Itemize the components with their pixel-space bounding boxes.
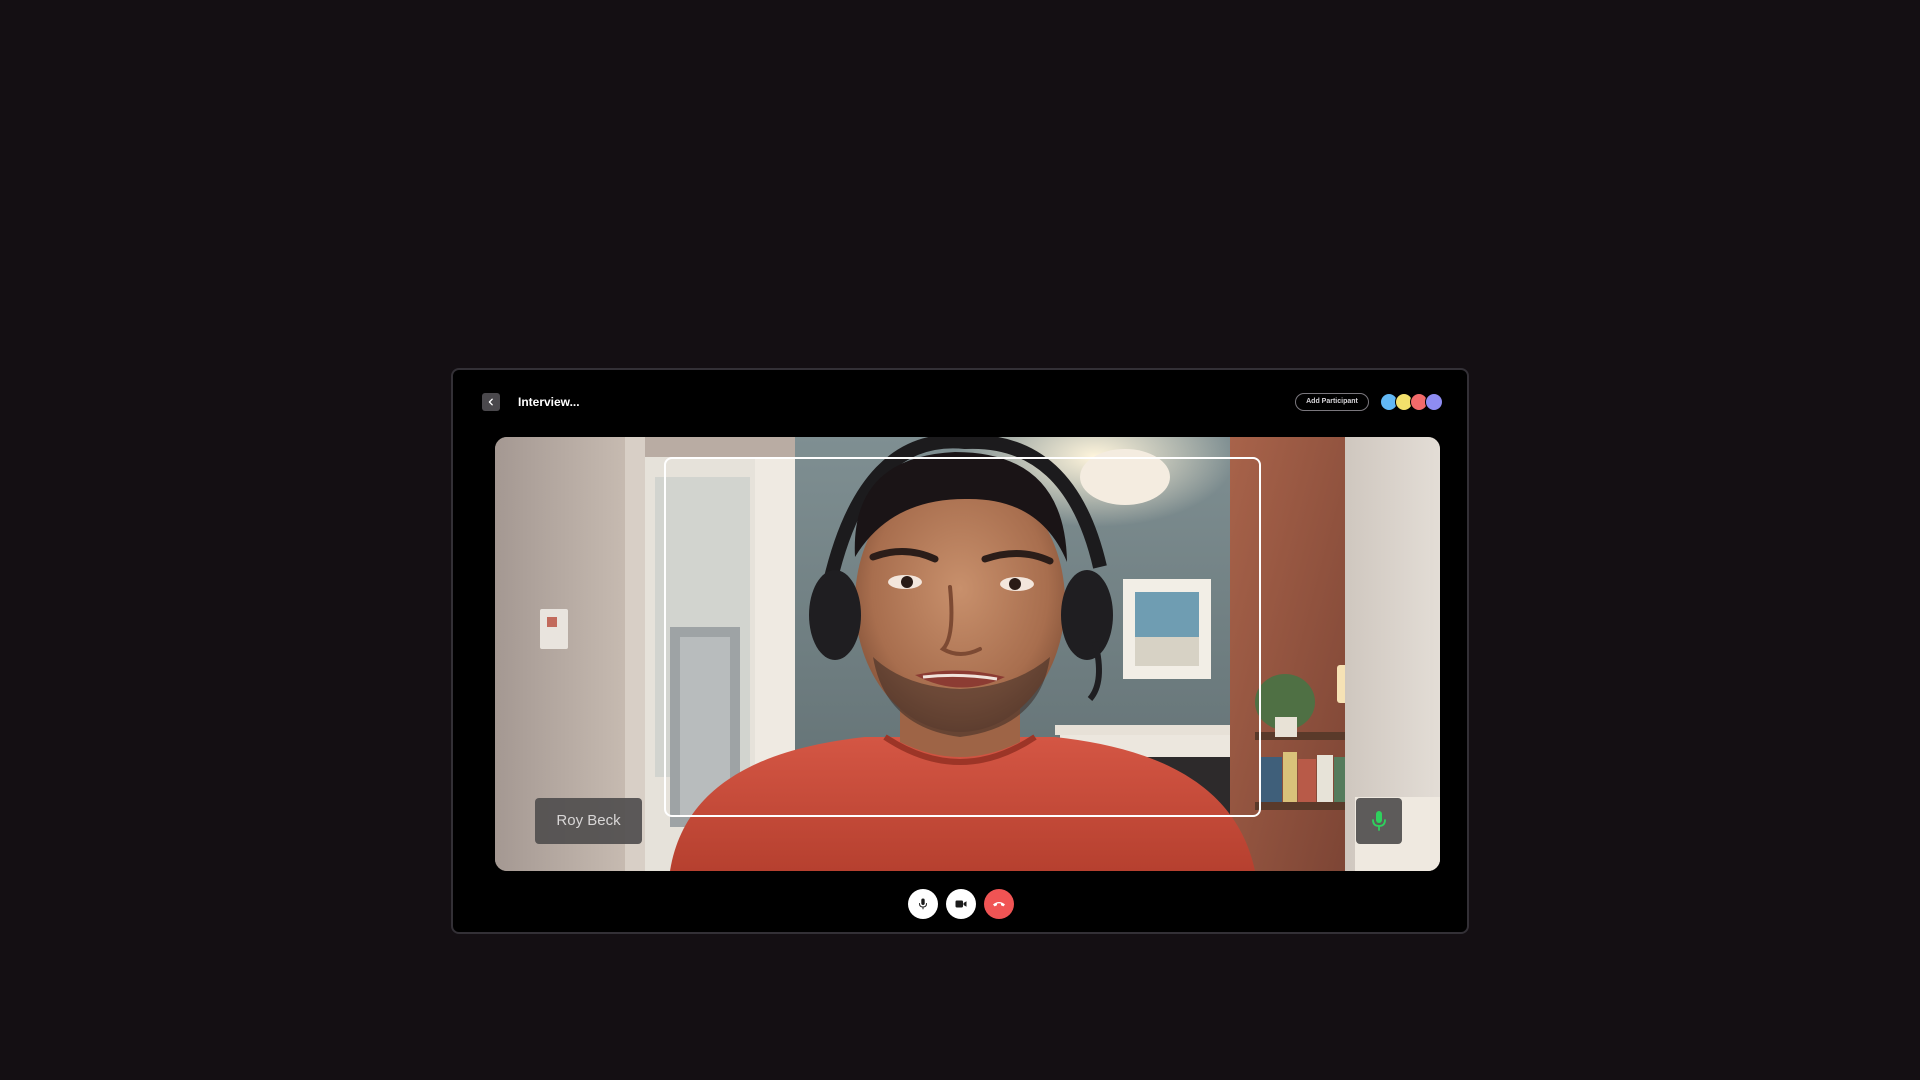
- call-title: Interview...: [518, 395, 580, 409]
- participant-avatars: [1380, 393, 1444, 411]
- participant-avatar[interactable]: [1425, 393, 1443, 411]
- add-participant-button[interactable]: Add Participant: [1295, 393, 1369, 411]
- focus-frame: [664, 457, 1261, 817]
- mute-button[interactable]: [908, 889, 938, 919]
- microphone-icon: [1372, 811, 1386, 831]
- chevron-left-icon: [488, 398, 493, 406]
- participant-video: Roy Beck: [495, 437, 1440, 871]
- microphone-icon: [919, 898, 927, 910]
- participant-name-tag: Roy Beck: [535, 798, 642, 844]
- call-window: Interview... Add Participant Roy Beck: [451, 368, 1469, 934]
- video-camera-icon: [955, 900, 967, 908]
- mic-status-badge: [1356, 798, 1402, 844]
- back-button[interactable]: [482, 393, 500, 411]
- camera-button[interactable]: [946, 889, 976, 919]
- phone-hangup-icon: [993, 902, 1005, 907]
- end-call-button[interactable]: [984, 889, 1014, 919]
- call-controls: [908, 889, 1018, 921]
